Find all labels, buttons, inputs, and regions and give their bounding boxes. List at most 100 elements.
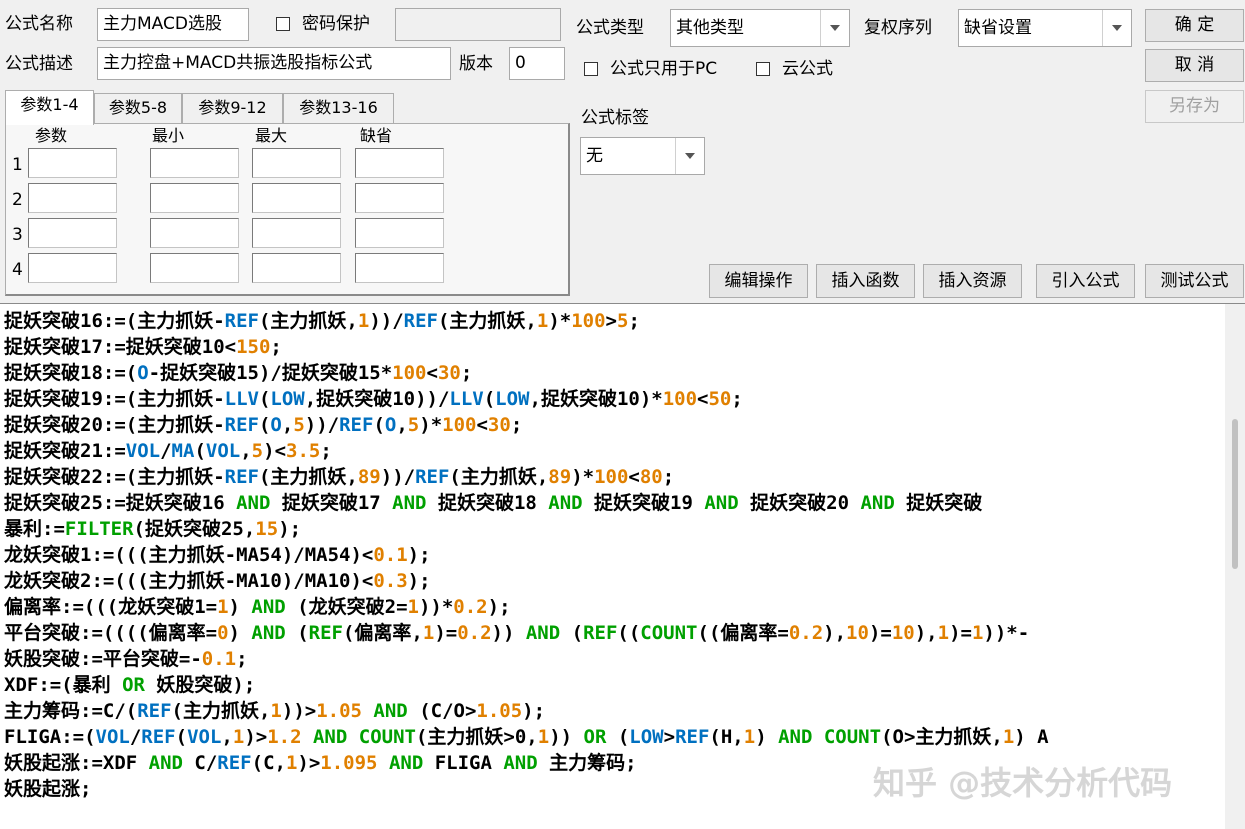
formula-tag-label: 公式标签 — [581, 108, 649, 128]
ok-button[interactable]: 确 定 — [1145, 9, 1244, 42]
password-input[interactable] — [395, 8, 561, 41]
formula-code-text[interactable]: 捉妖突破16:=(主力抓妖-REF(主力抓妖,1))/REF(主力抓妖,1)*1… — [4, 308, 1221, 802]
code-token: REF — [141, 726, 176, 748]
code-token: 5 — [407, 414, 420, 436]
code-token: ; — [320, 440, 332, 462]
formula-name-input[interactable]: 主力MACD选股 — [97, 8, 249, 41]
tab-params-9-12[interactable]: 参数9-12 — [182, 93, 283, 123]
param-2-max-input[interactable] — [252, 183, 341, 213]
code-token: 1 — [937, 622, 950, 644]
code-token: (主力抓妖, — [258, 310, 358, 332]
code-token: 捉妖突破25:=捉妖突破16 — [4, 492, 237, 514]
param-2-min-input[interactable] — [150, 183, 239, 213]
code-token: 1 — [217, 596, 229, 618]
param-4-name-input[interactable] — [28, 253, 117, 283]
formula-desc-label: 公式描述 — [5, 54, 73, 74]
password-protect-checkbox[interactable] — [276, 17, 290, 31]
param-row-number: 1 — [12, 155, 23, 175]
param-4-min-input[interactable] — [150, 253, 239, 283]
tab-params-13-16[interactable]: 参数13-16 — [283, 93, 394, 123]
scrollbar-thumb[interactable] — [1232, 419, 1238, 569]
code-token: ))/ — [380, 466, 416, 488]
param-1-max-input[interactable] — [252, 148, 341, 178]
code-token: ; — [510, 414, 523, 436]
code-token: 0.3 — [373, 570, 408, 592]
code-token: 捉妖突破18 — [426, 492, 549, 514]
param-3-name-input[interactable] — [28, 218, 117, 248]
code-token: REF — [415, 466, 450, 488]
code-token: (( — [617, 622, 641, 644]
code-token: AND — [392, 492, 427, 514]
code-token: -捉妖突破15)/捉妖突破15* — [148, 362, 393, 384]
param-3-default-input[interactable] — [355, 218, 444, 248]
param-2-name-input[interactable] — [28, 183, 117, 213]
code-token: AND — [388, 752, 424, 774]
code-token: ,捉妖突破10)* — [529, 388, 663, 410]
code-token: 1.2 — [267, 726, 302, 748]
tab-params-1-4[interactable]: 参数1-4 — [5, 90, 94, 125]
formula-code-editor[interactable]: 捉妖突破16:=(主力抓妖-REF(主力抓妖,1))/REF(主力抓妖,1)*1… — [0, 303, 1245, 829]
code-token: / — [160, 440, 172, 462]
code-token: AND — [251, 596, 286, 618]
param-4-default-input[interactable] — [355, 253, 444, 283]
param-header-name: 参数 — [35, 126, 68, 145]
cancel-button[interactable]: 取 消 — [1145, 49, 1244, 82]
code-token: ))/ — [369, 310, 404, 332]
code-token: 0.2 — [457, 622, 492, 644]
code-token: ( — [258, 388, 271, 410]
code-token: ) A — [1014, 726, 1049, 748]
code-token: 30 — [437, 362, 461, 384]
code-token: 1 — [270, 700, 282, 722]
insert-resource-button[interactable]: 插入资源 — [923, 264, 1022, 298]
param-3-min-input[interactable] — [150, 218, 239, 248]
code-token: 89 — [357, 466, 381, 488]
code-token: 89 — [548, 466, 572, 488]
code-line: 龙妖突破2:=(((主力抓妖-MA10)/MA10)<0.3); — [4, 568, 1221, 594]
insert-function-button[interactable]: 插入函数 — [816, 264, 915, 298]
param-1-default-input[interactable] — [355, 148, 444, 178]
adjust-series-select[interactable]: 缺省设置 — [958, 9, 1132, 47]
cloud-formula-checkbox[interactable] — [756, 62, 770, 76]
code-token: 妖股起涨:=XDF — [4, 752, 149, 774]
code-token: 平台突破:=((((偏离率= — [4, 622, 218, 644]
chevron-down-icon[interactable] — [675, 138, 704, 174]
chevron-down-icon[interactable] — [1102, 10, 1131, 46]
code-token: ); — [522, 700, 546, 722]
chevron-down-icon[interactable] — [820, 10, 849, 46]
code-token: LOW — [629, 726, 664, 748]
tab-params-5-8[interactable]: 参数5-8 — [94, 93, 182, 123]
param-4-max-input[interactable] — [252, 253, 341, 283]
param-1-name-input[interactable] — [28, 148, 117, 178]
code-token: O — [137, 362, 149, 384]
code-token: (捉妖突破25, — [133, 518, 256, 540]
code-line: FLIGA:=(VOL/REF(VOL,1)>1.2 AND COUNT(主力抓… — [4, 724, 1221, 750]
code-token: 15 — [255, 518, 279, 540]
param-2-default-input[interactable] — [355, 183, 444, 213]
formula-tag-select[interactable]: 无 — [580, 137, 705, 175]
code-token: ( — [175, 726, 188, 748]
edit-operations-button[interactable]: 编辑操作 — [709, 264, 808, 298]
import-formula-button[interactable]: 引入公式 — [1036, 264, 1135, 298]
code-token: )= — [949, 622, 972, 644]
save-as-button[interactable]: 另存为 — [1145, 90, 1244, 123]
code-token: ); — [407, 544, 431, 566]
version-input[interactable]: 0 — [509, 47, 565, 80]
code-token: (主力抓妖, — [437, 310, 537, 332]
code-token: (主力抓妖, — [449, 466, 549, 488]
pc-only-checkbox[interactable] — [584, 62, 598, 76]
code-line: 捉妖突破16:=(主力抓妖-REF(主力抓妖,1))/REF(主力抓妖,1)*1… — [4, 308, 1221, 334]
param-1-min-input[interactable] — [150, 148, 239, 178]
code-token: REF — [217, 752, 252, 774]
formula-type-select[interactable]: 其他类型 — [670, 9, 850, 47]
code-token: ))> — [281, 700, 317, 722]
param-row-number: 4 — [12, 260, 23, 280]
param-3-max-input[interactable] — [252, 218, 341, 248]
code-token: REF — [339, 414, 374, 436]
code-token: ) — [228, 622, 252, 644]
code-token: ), — [823, 622, 847, 644]
formula-desc-input[interactable]: 主力控盘+MACD共振选股指标公式 — [97, 47, 451, 80]
vertical-scrollbar[interactable] — [1225, 304, 1245, 829]
test-formula-button[interactable]: 测试公式 — [1145, 264, 1244, 298]
